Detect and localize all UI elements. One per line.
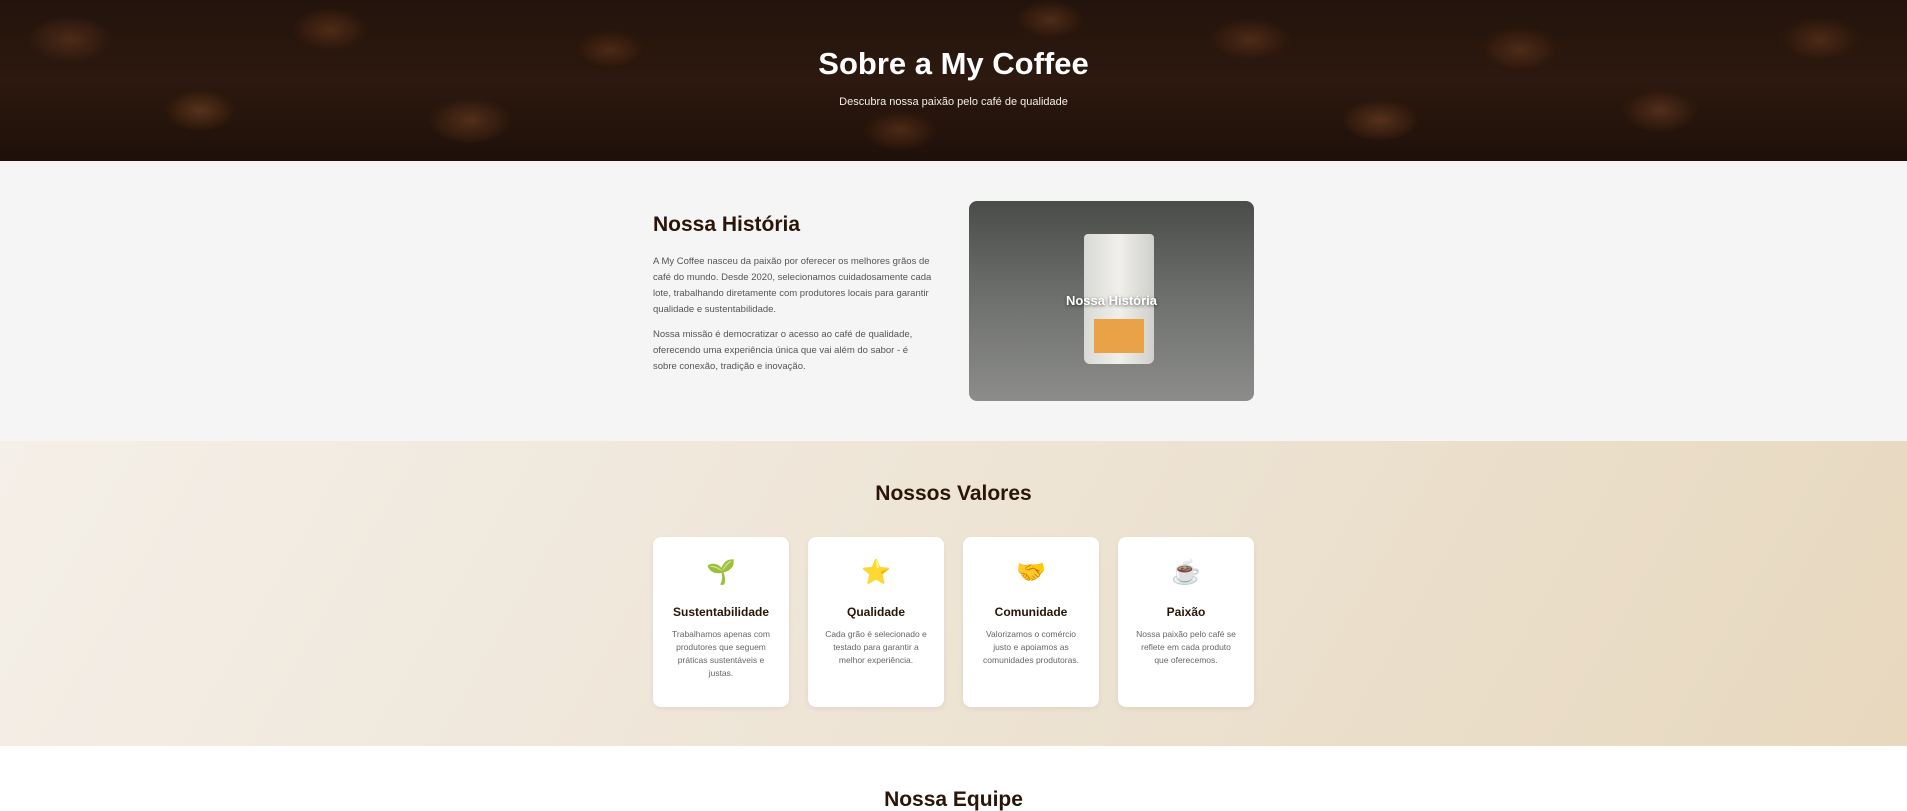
value-card-title: Paixão — [1166, 605, 1206, 619]
value-card-comunidade: 🤝 Comunidade Valorizamos o comércio just… — [963, 537, 1099, 707]
value-card-title: Comunidade — [994, 605, 1068, 619]
history-section: Nossa História A My Coffee nasceu da pai… — [0, 161, 1907, 441]
history-title: Nossa História — [653, 213, 801, 236]
team-title: Nossa Equipe — [884, 788, 1023, 811]
handshake-icon: 🤝 — [1016, 559, 1046, 586]
value-card-qualidade: ⭐ Qualidade Cada grão é selecionado e te… — [808, 537, 944, 707]
values-section: Nossos Valores 🌱 Sustentabilidade Trabal… — [0, 441, 1907, 746]
value-card-text: Cada grão é selecionado e testado para g… — [825, 629, 927, 665]
hero-subtitle: Descubra nossa paixão pelo café de quali… — [839, 96, 1068, 108]
bag-label — [1094, 319, 1144, 353]
value-card-title: Sustentabilidade — [672, 605, 770, 619]
image-caption: Nossa História — [1065, 293, 1158, 308]
history-paragraph-2: Nossa missão é democratizar o acesso ao … — [653, 329, 913, 372]
value-card-title: Qualidade — [846, 605, 905, 619]
values-title: Nossos Valores — [875, 482, 1032, 505]
star-icon: ⭐ — [861, 559, 891, 586]
value-card-sustentabilidade: 🌱 Sustentabilidade Trabalhamos apenas co… — [653, 537, 789, 707]
value-card-text: Nossa paixão pelo café se reflete em cad… — [1136, 629, 1236, 665]
value-card-text: Valorizamos o comércio justo e apoiamos … — [983, 629, 1079, 665]
value-card-text: Trabalhamos apenas com produtores que se… — [672, 629, 770, 678]
seedling-icon: 🌱 — [706, 559, 736, 586]
hero-banner: Sobre a My Coffee Descubra nossa paixão … — [0, 0, 1907, 161]
hero-title: Sobre a My Coffee — [818, 46, 1089, 81]
history-paragraph-1: A My Coffee nasceu da paixão por oferece… — [653, 256, 932, 315]
value-card-paixao: ☕ Paixão Nossa paixão pelo café se refle… — [1118, 537, 1254, 707]
coffee-cup-icon: ☕ — [1171, 559, 1201, 586]
team-section: Nossa Equipe — [0, 746, 1907, 811]
history-image: Nossa História — [969, 201, 1254, 401]
